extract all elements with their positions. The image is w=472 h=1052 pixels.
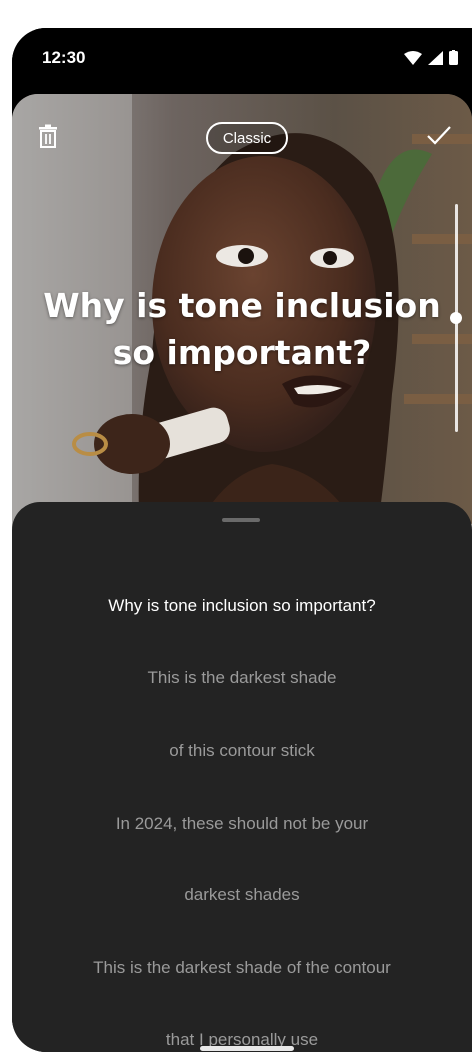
status-bar: 12:30 <box>12 28 472 94</box>
captions-sheet: Why is tone inclusion so important? This… <box>12 502 472 1052</box>
status-icons <box>404 50 458 70</box>
caption-list-item[interactable]: In 2024, these should not be your <box>12 814 472 834</box>
phone-screen: 12:30 Classic Why is tone inclusion so i… <box>12 28 472 1052</box>
caption-list-item[interactable]: of this contour stick <box>12 741 472 761</box>
done-check-icon[interactable] <box>426 124 452 151</box>
caption-overlay[interactable]: Why is tone inclusion so important? <box>32 282 452 376</box>
text-style-label: Classic <box>222 129 272 147</box>
text-style-button[interactable]: Classic <box>206 122 288 154</box>
caption-list-item[interactable]: This is the darkest shade of the contour <box>12 958 472 978</box>
caption-list-item[interactable]: Why is tone inclusion so important? <box>12 596 472 616</box>
caption-list-item[interactable]: darkest shades <box>12 885 472 905</box>
video-preview[interactable]: Classic Why is tone inclusion so importa… <box>12 94 472 564</box>
caption-list-item[interactable]: This is the darkest shade <box>12 668 472 688</box>
sheet-drag-handle[interactable] <box>222 518 260 522</box>
text-size-slider-thumb[interactable] <box>450 312 462 324</box>
battery-icon <box>449 50 458 70</box>
caption-overlay-line-1: Why is tone inclusion <box>43 286 441 325</box>
cellular-signal-icon <box>428 50 443 70</box>
status-time: 12:30 <box>42 48 86 67</box>
text-size-slider[interactable] <box>450 204 472 432</box>
wifi-icon <box>404 50 422 70</box>
caption-overlay-line-2: so important? <box>112 333 372 372</box>
home-indicator <box>200 1046 294 1051</box>
delete-icon[interactable] <box>38 124 58 153</box>
